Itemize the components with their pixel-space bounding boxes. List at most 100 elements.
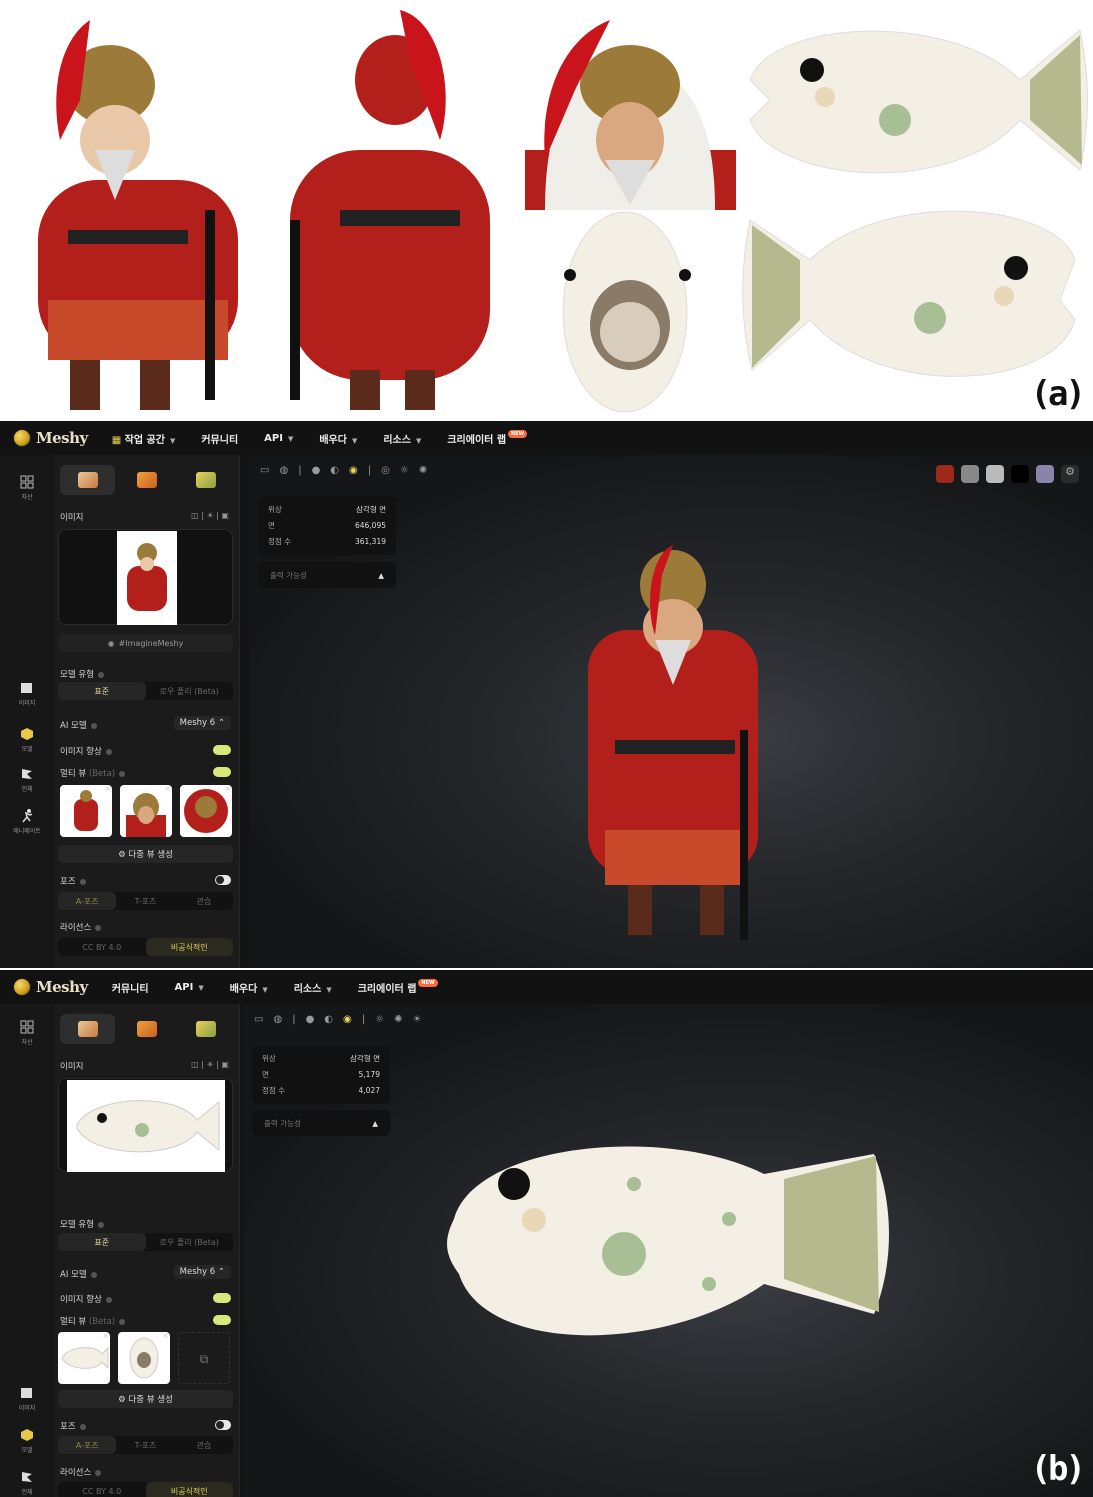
ai-model-select[interactable]: Meshy 6 ⌃ (173, 716, 231, 730)
low-poly-option[interactable]: 로우 폴리 (Beta) (146, 682, 234, 700)
pose-toggle[interactable] (215, 1420, 231, 1430)
image-3d-icon (77, 472, 98, 488)
license-toggle[interactable]: CC BY 4.0 비공식적인 (58, 1482, 233, 1497)
nav-community[interactable]: 커뮤니티 (112, 980, 149, 995)
image-tools-icons[interactable]: ◫ | ☀ | ▣ (191, 511, 229, 520)
generation-sidebar: 이미지 ◫ | ☀ | ▣ 모델 유형 표준 로우 폴리 (Beta) AI 모델… (54, 1004, 240, 1497)
uploaded-warrior-thumbnail (117, 531, 177, 625)
rail-assets[interactable]: 자산 (0, 1020, 54, 1046)
nav-resources[interactable]: 리소스 ▼ (383, 431, 421, 446)
tag-icon: ◉ (107, 638, 115, 648)
multiview-thumb-2[interactable]: × (118, 1332, 170, 1384)
tab-texture[interactable] (178, 1014, 233, 1044)
multiview-thumb-3[interactable]: × (180, 785, 232, 837)
add-view-slot[interactable]: ⧉ (178, 1332, 230, 1384)
image-upload-box[interactable] (58, 1078, 233, 1172)
warrior-front-image (38, 20, 238, 410)
warrior-face-image (525, 20, 736, 210)
nav-creator-lab[interactable]: 크리에이터 랩NEW (358, 978, 438, 995)
rail-image[interactable]: 이미지 (0, 681, 54, 707)
multiview-thumb-2[interactable]: × (120, 785, 172, 837)
top-navigation: Meshy 커뮤니티 API ▼ 배우다 ▼ 리소스 ▼ 크리에이터 랩NEW (0, 970, 1093, 1004)
custom-pose-option[interactable]: 관습 (175, 892, 233, 910)
a-pose-option[interactable]: A-포즈 (58, 1436, 117, 1454)
nav-learn[interactable]: 배우다 ▼ (319, 431, 357, 446)
license-toggle[interactable]: CC BY 4.0 비공식적인 (58, 938, 233, 956)
nav-workspace[interactable]: ▦ 작업 공간 ▼ (112, 431, 176, 446)
body-icon (22, 769, 32, 779)
add-image-icon: ⧉ (199, 1352, 209, 1366)
multiview-thumb-1[interactable]: × (60, 785, 112, 837)
image-upload-box[interactable] (58, 529, 233, 625)
tab-texture[interactable] (178, 465, 233, 495)
rail-image[interactable]: 이미지 (0, 1386, 54, 1412)
nav-api[interactable]: API ▼ (175, 982, 204, 993)
custom-pose-option[interactable]: 관습 (175, 1436, 233, 1454)
info-icon (90, 1271, 97, 1278)
rail-model[interactable]: 모델 (0, 1428, 54, 1454)
meshy-app-fish: Meshy 커뮤니티 API ▼ 배우다 ▼ 리소스 ▼ 크리에이터 랩NEW 자산 … (0, 970, 1093, 1497)
nav-resources[interactable]: 리소스 ▼ (294, 980, 332, 995)
imagine-meshy-tag[interactable]: ◉ #ImagineMeshy (58, 634, 233, 652)
info-icon (105, 1296, 112, 1303)
low-poly-option[interactable]: 로우 폴리 (Beta) (146, 1233, 234, 1251)
t-pose-option[interactable]: T-포즈 (116, 1436, 174, 1454)
non-commercial-option[interactable]: 비공식적인 (145, 938, 233, 956)
new-badge: NEW (508, 429, 528, 438)
image-plus-icon (21, 683, 32, 693)
standard-option[interactable]: 표준 (58, 1233, 146, 1251)
viewport-3d[interactable]: ▭ ◍ | ● ◐ ◉ | ☼ ✺ ☀ 위상 삼각형 면 면 5,179 정점 수 4,027 출력 가… (244, 1004, 1093, 1497)
model-type-label: 모델 유형 (60, 1218, 104, 1230)
generate-multiview-button[interactable]: ⚙ 다중 뷰 생성 (58, 845, 233, 863)
left-rail: 자산 이미지 모델 인체 애니메이트 (0, 455, 54, 968)
image-tools-icons[interactable]: ◫ | ☀ | ▣ (191, 1060, 229, 1069)
nav-creator-lab[interactable]: 크리에이터 랩NEW (447, 429, 528, 446)
multi-object-icon (136, 472, 157, 488)
texture-cube-icon (195, 1021, 216, 1037)
tab-image-to-3d[interactable] (60, 465, 115, 495)
multiview-toggle[interactable] (213, 767, 231, 777)
pose-toggle[interactable] (215, 875, 231, 885)
license-label: 라이선스 (60, 921, 102, 933)
viewport-3d[interactable]: ▭ ◍ | ● ◐ ◉ | ◎ ☼ ✺ ⚙ 위상 삼각형 면 면 646,095 정점 수 361,31… (250, 455, 1093, 968)
fish-3d-model (447, 1146, 889, 1336)
top-navigation: Meshy ▦ 작업 공간 ▼ 커뮤니티 API ▼ 배우다 ▼ 리소스 ▼ 크리에이터… (0, 421, 1093, 455)
reference-illustrations (38, 10, 1088, 413)
enhance-toggle[interactable] (213, 745, 231, 755)
remove-icon: × (104, 785, 111, 793)
rail-assets[interactable]: 자산 (0, 475, 54, 501)
texture-cube-icon (195, 472, 216, 488)
enhance-toggle[interactable] (213, 1293, 231, 1303)
rail-body[interactable]: 인체 (0, 767, 54, 793)
rail-model[interactable]: 모델 (0, 727, 54, 753)
standard-option[interactable]: 표준 (58, 682, 146, 700)
rail-body[interactable]: 인체 (0, 1470, 54, 1496)
nav-community[interactable]: 커뮤니티 (201, 431, 238, 446)
info-icon (119, 1318, 126, 1325)
figure-label-b: (b) (1030, 1449, 1086, 1489)
meshy-logo[interactable]: Meshy (13, 978, 88, 996)
pose-options[interactable]: A-포즈 T-포즈 관습 (58, 892, 233, 910)
t-pose-option[interactable]: T-포즈 (116, 892, 174, 910)
model-type-toggle[interactable]: 표준 로우 폴리 (Beta) (58, 682, 233, 700)
multiview-toggle[interactable] (213, 1315, 231, 1325)
ai-model-select[interactable]: Meshy 6 ⌃ (173, 1265, 231, 1279)
cube-icon (21, 1429, 33, 1441)
generate-multiview-button[interactable]: ⚙ 다중 뷰 생성 (58, 1390, 233, 1408)
nav-api[interactable]: API ▼ (264, 433, 293, 444)
multiview-thumb-1[interactable]: × (58, 1332, 110, 1384)
model-type-toggle[interactable]: 표준 로우 폴리 (Beta) (58, 1233, 233, 1251)
cc-by-option[interactable]: CC BY 4.0 (58, 938, 146, 956)
tab-image-to-3d[interactable] (60, 1014, 115, 1044)
a-pose-option[interactable]: A-포즈 (58, 892, 117, 910)
tab-multi[interactable] (119, 1014, 174, 1044)
non-commercial-option[interactable]: 비공식적인 (145, 1482, 233, 1497)
meshy-logo[interactable]: Meshy (13, 429, 88, 447)
tab-multi[interactable] (119, 465, 174, 495)
info-icon (105, 748, 112, 755)
pose-options[interactable]: A-포즈 T-포즈 관습 (58, 1436, 233, 1454)
rail-animate[interactable]: 애니메이트 (0, 809, 54, 835)
body-icon (22, 1472, 32, 1482)
cc-by-option[interactable]: CC BY 4.0 (58, 1482, 146, 1497)
nav-learn[interactable]: 배우다 ▼ (230, 980, 268, 995)
